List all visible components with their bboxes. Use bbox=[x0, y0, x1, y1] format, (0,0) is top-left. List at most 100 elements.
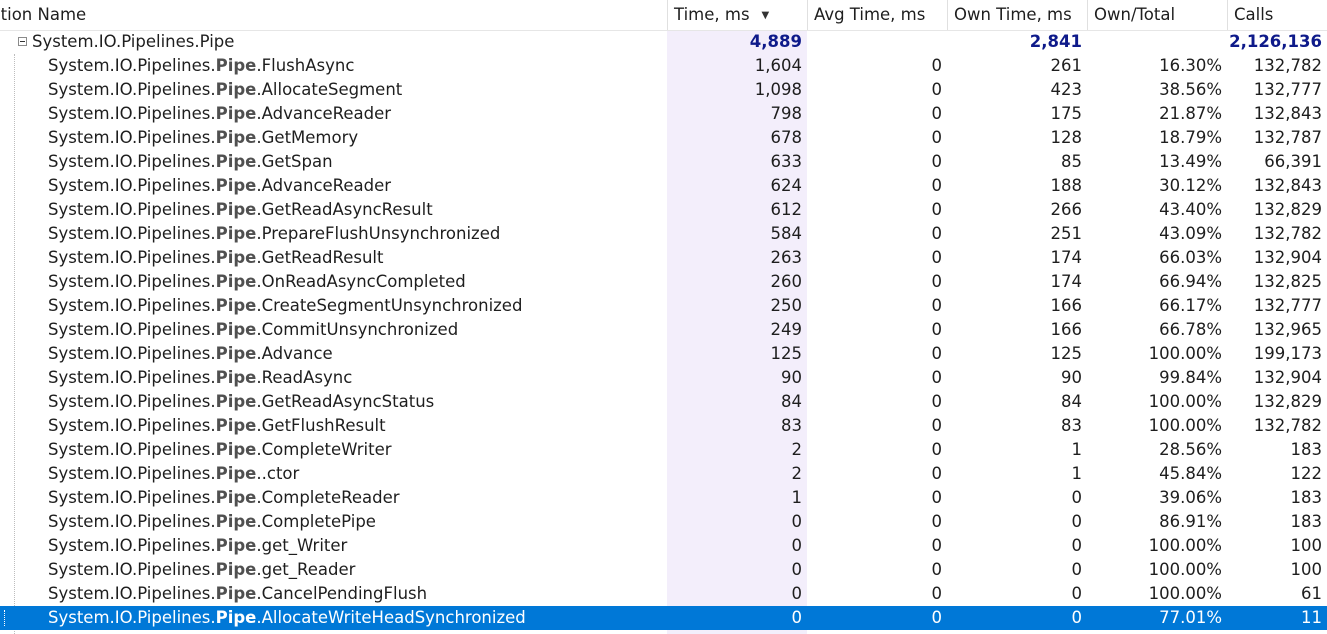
table-row[interactable]: System.IO.Pipelines.Pipe.GetMemory 678 0 12… bbox=[0, 126, 1327, 150]
table-row[interactable]: System.IO.Pipelines.Pipe.get_Writer 0 0 0 10… bbox=[0, 534, 1327, 558]
column-header-function-name[interactable]: ıction Name bbox=[0, 0, 667, 30]
namespace-prefix: System.IO.Pipelines. bbox=[48, 272, 216, 291]
calls-value: 132,782 bbox=[1253, 56, 1322, 75]
avg-time-value: 0 bbox=[931, 56, 943, 75]
calls-value: 132,777 bbox=[1253, 80, 1322, 99]
table-row-parent[interactable]: System.IO.Pipelines.Pipe 4,889 2,841 2,1… bbox=[0, 30, 1327, 54]
method-name: .GetReadAsyncStatus bbox=[256, 392, 435, 411]
namespace-prefix: System.IO.Pipelines. bbox=[48, 512, 216, 531]
table-row[interactable]: System.IO.Pipelines.Pipe.AdvanceReader 79… bbox=[0, 102, 1327, 126]
time-value: 125 bbox=[770, 344, 803, 363]
table-row[interactable]: System.IO.Pipelines.Pipe.PrepareFlushUns… bbox=[0, 222, 1327, 246]
own-time-value: 174 bbox=[1050, 248, 1083, 267]
table-row[interactable]: System.IO.Pipelines.Pipe.AllocateWriteHe… bbox=[0, 606, 1327, 630]
time-value: 263 bbox=[770, 248, 803, 267]
table-row[interactable]: System.IO.Pipelines.Pipe.GetReadAsyncRes… bbox=[0, 198, 1327, 222]
namespace-prefix: System.IO.Pipelines. bbox=[48, 464, 216, 483]
method-name: ..ctor bbox=[256, 464, 300, 483]
namespace-prefix: System.IO.Pipelines. bbox=[48, 416, 216, 435]
avg-time-value: 0 bbox=[931, 440, 943, 459]
own-total-value: 100.00% bbox=[1148, 584, 1222, 603]
avg-time-value: 0 bbox=[931, 536, 943, 555]
function-name: System.IO.Pipelines.Pipe.CompleteWriter bbox=[48, 438, 392, 462]
method-name: .CommitUnsynchronized bbox=[256, 320, 459, 339]
function-name: System.IO.Pipelines.Pipe.CancelPendingFl… bbox=[48, 582, 427, 606]
namespace-prefix: System.IO.Pipelines. bbox=[48, 392, 216, 411]
table-row[interactable]: System.IO.Pipelines.Pipe.CommitUnsynchro… bbox=[0, 318, 1327, 342]
method-name: .CreateSegmentUnsynchronized bbox=[256, 296, 523, 315]
method-name: .GetReadResult bbox=[256, 248, 384, 267]
namespace-prefix: System.IO.Pipelines. bbox=[48, 80, 216, 99]
avg-time-value: 0 bbox=[931, 584, 943, 603]
table-row[interactable]: System.IO.Pipelines.Pipe.CompleteReader 1… bbox=[0, 486, 1327, 510]
column-header-label: Time, ms bbox=[674, 5, 750, 24]
calls-value: 132,904 bbox=[1253, 368, 1322, 387]
time-value: 612 bbox=[770, 200, 803, 219]
class-name: Pipe bbox=[215, 488, 257, 507]
time-value: 90 bbox=[781, 368, 802, 387]
table-row[interactable]: System.IO.Pipelines.Pipe.GetSpan 633 0 85 13… bbox=[0, 150, 1327, 174]
table-row[interactable]: System.IO.Pipelines.Pipe.CompleteWriter 2… bbox=[0, 438, 1327, 462]
table-row[interactable]: System.IO.Pipelines.Pipe.AdvanceReader 62… bbox=[0, 174, 1327, 198]
function-name: System.IO.Pipelines.Pipe.CreateSegmentUn… bbox=[48, 294, 522, 318]
calls-value: 183 bbox=[1290, 512, 1323, 531]
method-name: .AdvanceReader bbox=[256, 176, 392, 195]
class-name: Pipe bbox=[215, 104, 257, 123]
own-total-value bbox=[1087, 30, 1222, 54]
table-row[interactable]: System.IO.Pipelines.Pipe.CancelPendingFl… bbox=[0, 582, 1327, 606]
calls-value: 132,782 bbox=[1253, 416, 1322, 435]
own-total-value: 99.84% bbox=[1159, 368, 1222, 387]
collapse-icon[interactable] bbox=[18, 37, 27, 46]
table-row[interactable]: System.IO.Pipelines.Pipe.CompletePipe 0 0 0… bbox=[0, 510, 1327, 534]
class-name: Pipe bbox=[215, 80, 257, 99]
class-name: Pipe bbox=[215, 440, 257, 459]
own-time-value: 1 bbox=[1071, 440, 1083, 459]
own-total-value: 66.17% bbox=[1159, 296, 1222, 315]
calls-value: 132,829 bbox=[1253, 392, 1322, 411]
table-row[interactable]: System.IO.Pipelines.Pipe.FlushAsync 1,604… bbox=[0, 54, 1327, 78]
table-row[interactable]: System.IO.Pipelines.Pipe.CreateSegmentUn… bbox=[0, 294, 1327, 318]
class-name: Pipe bbox=[215, 512, 257, 531]
time-value: 1,604 bbox=[754, 56, 802, 75]
function-name: System.IO.Pipelines.Pipe..ctor bbox=[48, 462, 299, 486]
table-row[interactable]: System.IO.Pipelines.Pipe.ReadAsync 90 0 90 9… bbox=[0, 366, 1327, 390]
avg-time-value: 0 bbox=[931, 296, 943, 315]
calls-value: 66,391 bbox=[1264, 152, 1322, 171]
function-name: System.IO.Pipelines.Pipe.GetReadAsyncRes… bbox=[48, 198, 433, 222]
time-value: 2 bbox=[791, 440, 803, 459]
column-header-label: Own/Total bbox=[1094, 5, 1176, 24]
table-row[interactable]: System.IO.Pipelines.Pipe.GetFlushResult 8… bbox=[0, 414, 1327, 438]
column-header-avg-time[interactable]: Avg Time, ms bbox=[807, 0, 947, 30]
table-row[interactable]: System.IO.Pipelines.Pipe.Advance 125 0 125 1… bbox=[0, 342, 1327, 366]
time-value: 0 bbox=[791, 608, 803, 627]
own-time-value: 90 bbox=[1061, 368, 1082, 387]
time-value: 1,098 bbox=[754, 80, 802, 99]
table-row[interactable]: System.IO.Pipelines.Pipe.get_Reader 0 0 0 10… bbox=[0, 558, 1327, 582]
table-row[interactable]: System.IO.Pipelines.Pipe.GetReadAsyncSta… bbox=[0, 390, 1327, 414]
namespace-prefix: System.IO.Pipelines. bbox=[48, 488, 216, 507]
own-time-value: 0 bbox=[1071, 512, 1083, 531]
table-row[interactable]: System.IO.Pipelines.Pipe..ctor 2 0 1 45.84% 1… bbox=[0, 462, 1327, 486]
call-tree-table: System.IO.Pipelines.Pipe 4,889 2,841 2,1… bbox=[0, 30, 1327, 630]
calls-value: 61 bbox=[1301, 584, 1322, 603]
column-header-own-time[interactable]: Own Time, ms bbox=[947, 0, 1087, 30]
namespace-prefix: System.IO.Pipelines. bbox=[48, 368, 216, 387]
class-name: Pipe bbox=[215, 320, 257, 339]
own-total-value: 43.40% bbox=[1159, 200, 1222, 219]
own-total-value: 77.01% bbox=[1159, 608, 1222, 627]
namespace-prefix: System.IO.Pipelines. bbox=[48, 320, 216, 339]
time-value: 798 bbox=[770, 104, 803, 123]
class-name: Pipe bbox=[215, 560, 257, 579]
function-name: System.IO.Pipelines.Pipe.GetReadAsyncSta… bbox=[48, 390, 434, 414]
column-header-own-total[interactable]: Own/Total bbox=[1087, 0, 1227, 30]
table-row[interactable]: System.IO.Pipelines.Pipe.AllocateSegment… bbox=[0, 78, 1327, 102]
table-row[interactable]: System.IO.Pipelines.Pipe.OnReadAsyncComp… bbox=[0, 270, 1327, 294]
function-name: System.IO.Pipelines.Pipe.GetReadResult bbox=[48, 246, 383, 270]
class-name: Pipe bbox=[215, 584, 257, 603]
table-row[interactable]: System.IO.Pipelines.Pipe.GetReadResult 26… bbox=[0, 246, 1327, 270]
class-name: Pipe bbox=[215, 368, 257, 387]
column-header-time[interactable]: Time, ms ▼ bbox=[667, 0, 807, 30]
function-name: System.IO.Pipelines.Pipe.CompleteReader bbox=[48, 486, 400, 510]
own-time-value: 128 bbox=[1050, 128, 1083, 147]
column-header-calls[interactable]: Calls bbox=[1227, 0, 1327, 30]
